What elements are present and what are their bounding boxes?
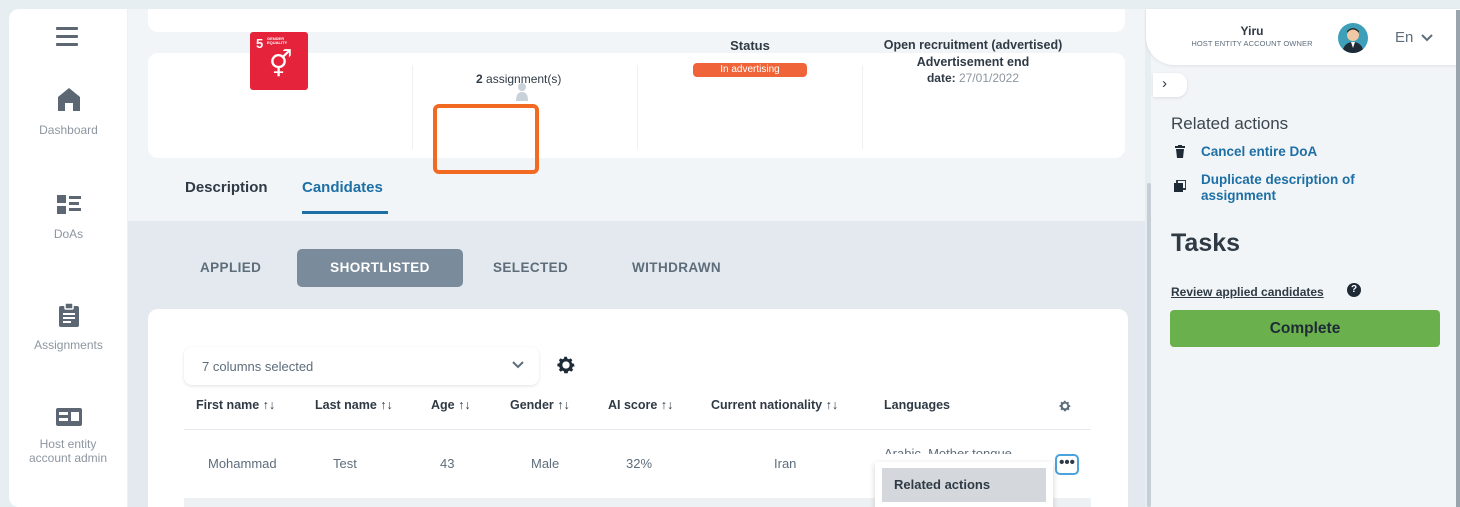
related-actions-title: Related actions [1171, 114, 1289, 133]
tab-candidates[interactable]: Candidates [302, 179, 383, 196]
tab-description[interactable]: Description [185, 179, 268, 196]
right-panel [1151, 9, 1460, 507]
cell-ai-score: 32% [626, 456, 653, 471]
menu-item-related-actions[interactable]: Related actions [882, 468, 1046, 502]
tasks-title: Tasks [1171, 229, 1241, 257]
column-header-ai-score[interactable]: AI score ↑↓ [608, 398, 673, 412]
sidebar-item-dashboard[interactable]: Dashboard [9, 85, 128, 137]
subtab-applied[interactable]: APPLIED [200, 260, 261, 275]
cell-nationality: Iran [774, 456, 797, 471]
row-actions-button[interactable]: ••• [1055, 454, 1079, 475]
main-content: 5 GENDER EQUALITY ⚥ 2 assignment(s) Stat… [128, 9, 1145, 507]
column-header-gender[interactable]: Gender ↑↓ [510, 398, 570, 412]
list-icon [56, 195, 81, 214]
sidebar-item-doas[interactable]: DoAs [9, 193, 128, 241]
sdg-text: GENDER EQUALITY [267, 36, 288, 45]
sidebar: Dashboard DoAs Assignments Host entity a… [9, 9, 128, 507]
trash-icon [1175, 145, 1185, 158]
subtab-shortlisted[interactable]: SHORTLISTED [297, 249, 463, 287]
column-header-last-name[interactable]: Last name ↑↓ [315, 398, 393, 412]
home-icon [57, 88, 80, 111]
complete-button[interactable]: Complete [1170, 310, 1440, 347]
cell-gender: Male [531, 456, 560, 471]
column-header-languages: Languages [884, 398, 950, 412]
user-name: Yiru [1240, 24, 1264, 38]
divider [412, 65, 413, 149]
status-title: Status [730, 38, 770, 53]
sdg-badge: 5 GENDER EQUALITY ⚥ [250, 32, 308, 90]
avatar-image [1342, 28, 1364, 53]
divider [862, 65, 863, 149]
cell-age: 43 [440, 456, 455, 471]
avatar[interactable] [1338, 23, 1368, 53]
sidebar-item-label: Host entity account admin [28, 437, 108, 465]
highlight-annotation [433, 104, 539, 174]
window-edge [1456, 10, 1460, 507]
sidebar-item-label: Dashboard [39, 123, 98, 137]
cancel-doa-link[interactable]: Cancel entire DoA [1201, 144, 1317, 160]
language-value: En [1395, 29, 1414, 46]
status-badge: In advertising [693, 63, 807, 77]
id-card-icon [55, 408, 82, 426]
hamburger-icon[interactable] [56, 27, 78, 46]
review-candidates-link[interactable]: Review applied candidates [1171, 285, 1324, 299]
table-divider [184, 429, 1091, 430]
column-header-first-name[interactable]: First name ↑↓ [196, 398, 275, 412]
clipboard-icon [58, 302, 79, 327]
sidebar-item-host-entity[interactable]: Host entity account admin [9, 407, 128, 465]
duplicate-description-link[interactable]: Duplicate description of assignment [1201, 172, 1401, 204]
candidates-table-card: 7 columns selected First name ↑↓ Last na… [148, 309, 1128, 507]
recruitment-type: Open recruitment (advertised) [883, 38, 1063, 52]
active-tab-indicator [302, 211, 388, 214]
advertisement-end-date: date: 27/01/2022 [926, 71, 1020, 85]
subtab-selected[interactable]: SELECTED [493, 260, 568, 275]
columns-select[interactable]: 7 columns selected [184, 347, 539, 385]
chevron-right-icon: › [1162, 75, 1167, 92]
row-actions-menu: Related actions [875, 462, 1053, 507]
cell-last-name: Test [333, 456, 357, 471]
gear-icon[interactable] [555, 354, 577, 376]
gear-icon[interactable] [1058, 399, 1072, 413]
sidebar-item-label: Assignments [34, 338, 103, 352]
sidebar-item-assignments[interactable]: Assignments [9, 302, 128, 352]
collapse-panel-button[interactable]: › [1153, 73, 1187, 97]
gender-equality-icon: ⚥ [269, 49, 293, 79]
chevron-down-icon [512, 361, 524, 369]
advertisement-end-label: Advertisement end [916, 55, 1030, 69]
cell-first-name: Mohammad [208, 456, 277, 471]
cell-languages: Arabic, Mother tongue [884, 446, 1012, 454]
assignments-count: 2 assignment(s) [476, 72, 562, 86]
columns-select-value: 7 columns selected [202, 359, 314, 374]
subtab-withdrawn[interactable]: WITHDRAWN [632, 260, 721, 275]
column-header-age[interactable]: Age ↑↓ [431, 398, 471, 412]
column-header-nationality[interactable]: Current nationality ↑↓ [711, 398, 838, 412]
divider [637, 65, 638, 149]
chevron-down-icon [1420, 34, 1433, 42]
user-role: HOST ENTITY ACCOUNT OWNER [1191, 39, 1313, 48]
sidebar-item-label: DoAs [53, 227, 84, 241]
sdg-number: 5 [256, 36, 264, 51]
copy-icon [1174, 180, 1186, 192]
top-card [148, 9, 1125, 32]
language-selector[interactable]: En [1395, 29, 1433, 46]
help-icon[interactable]: ? [1347, 283, 1361, 297]
